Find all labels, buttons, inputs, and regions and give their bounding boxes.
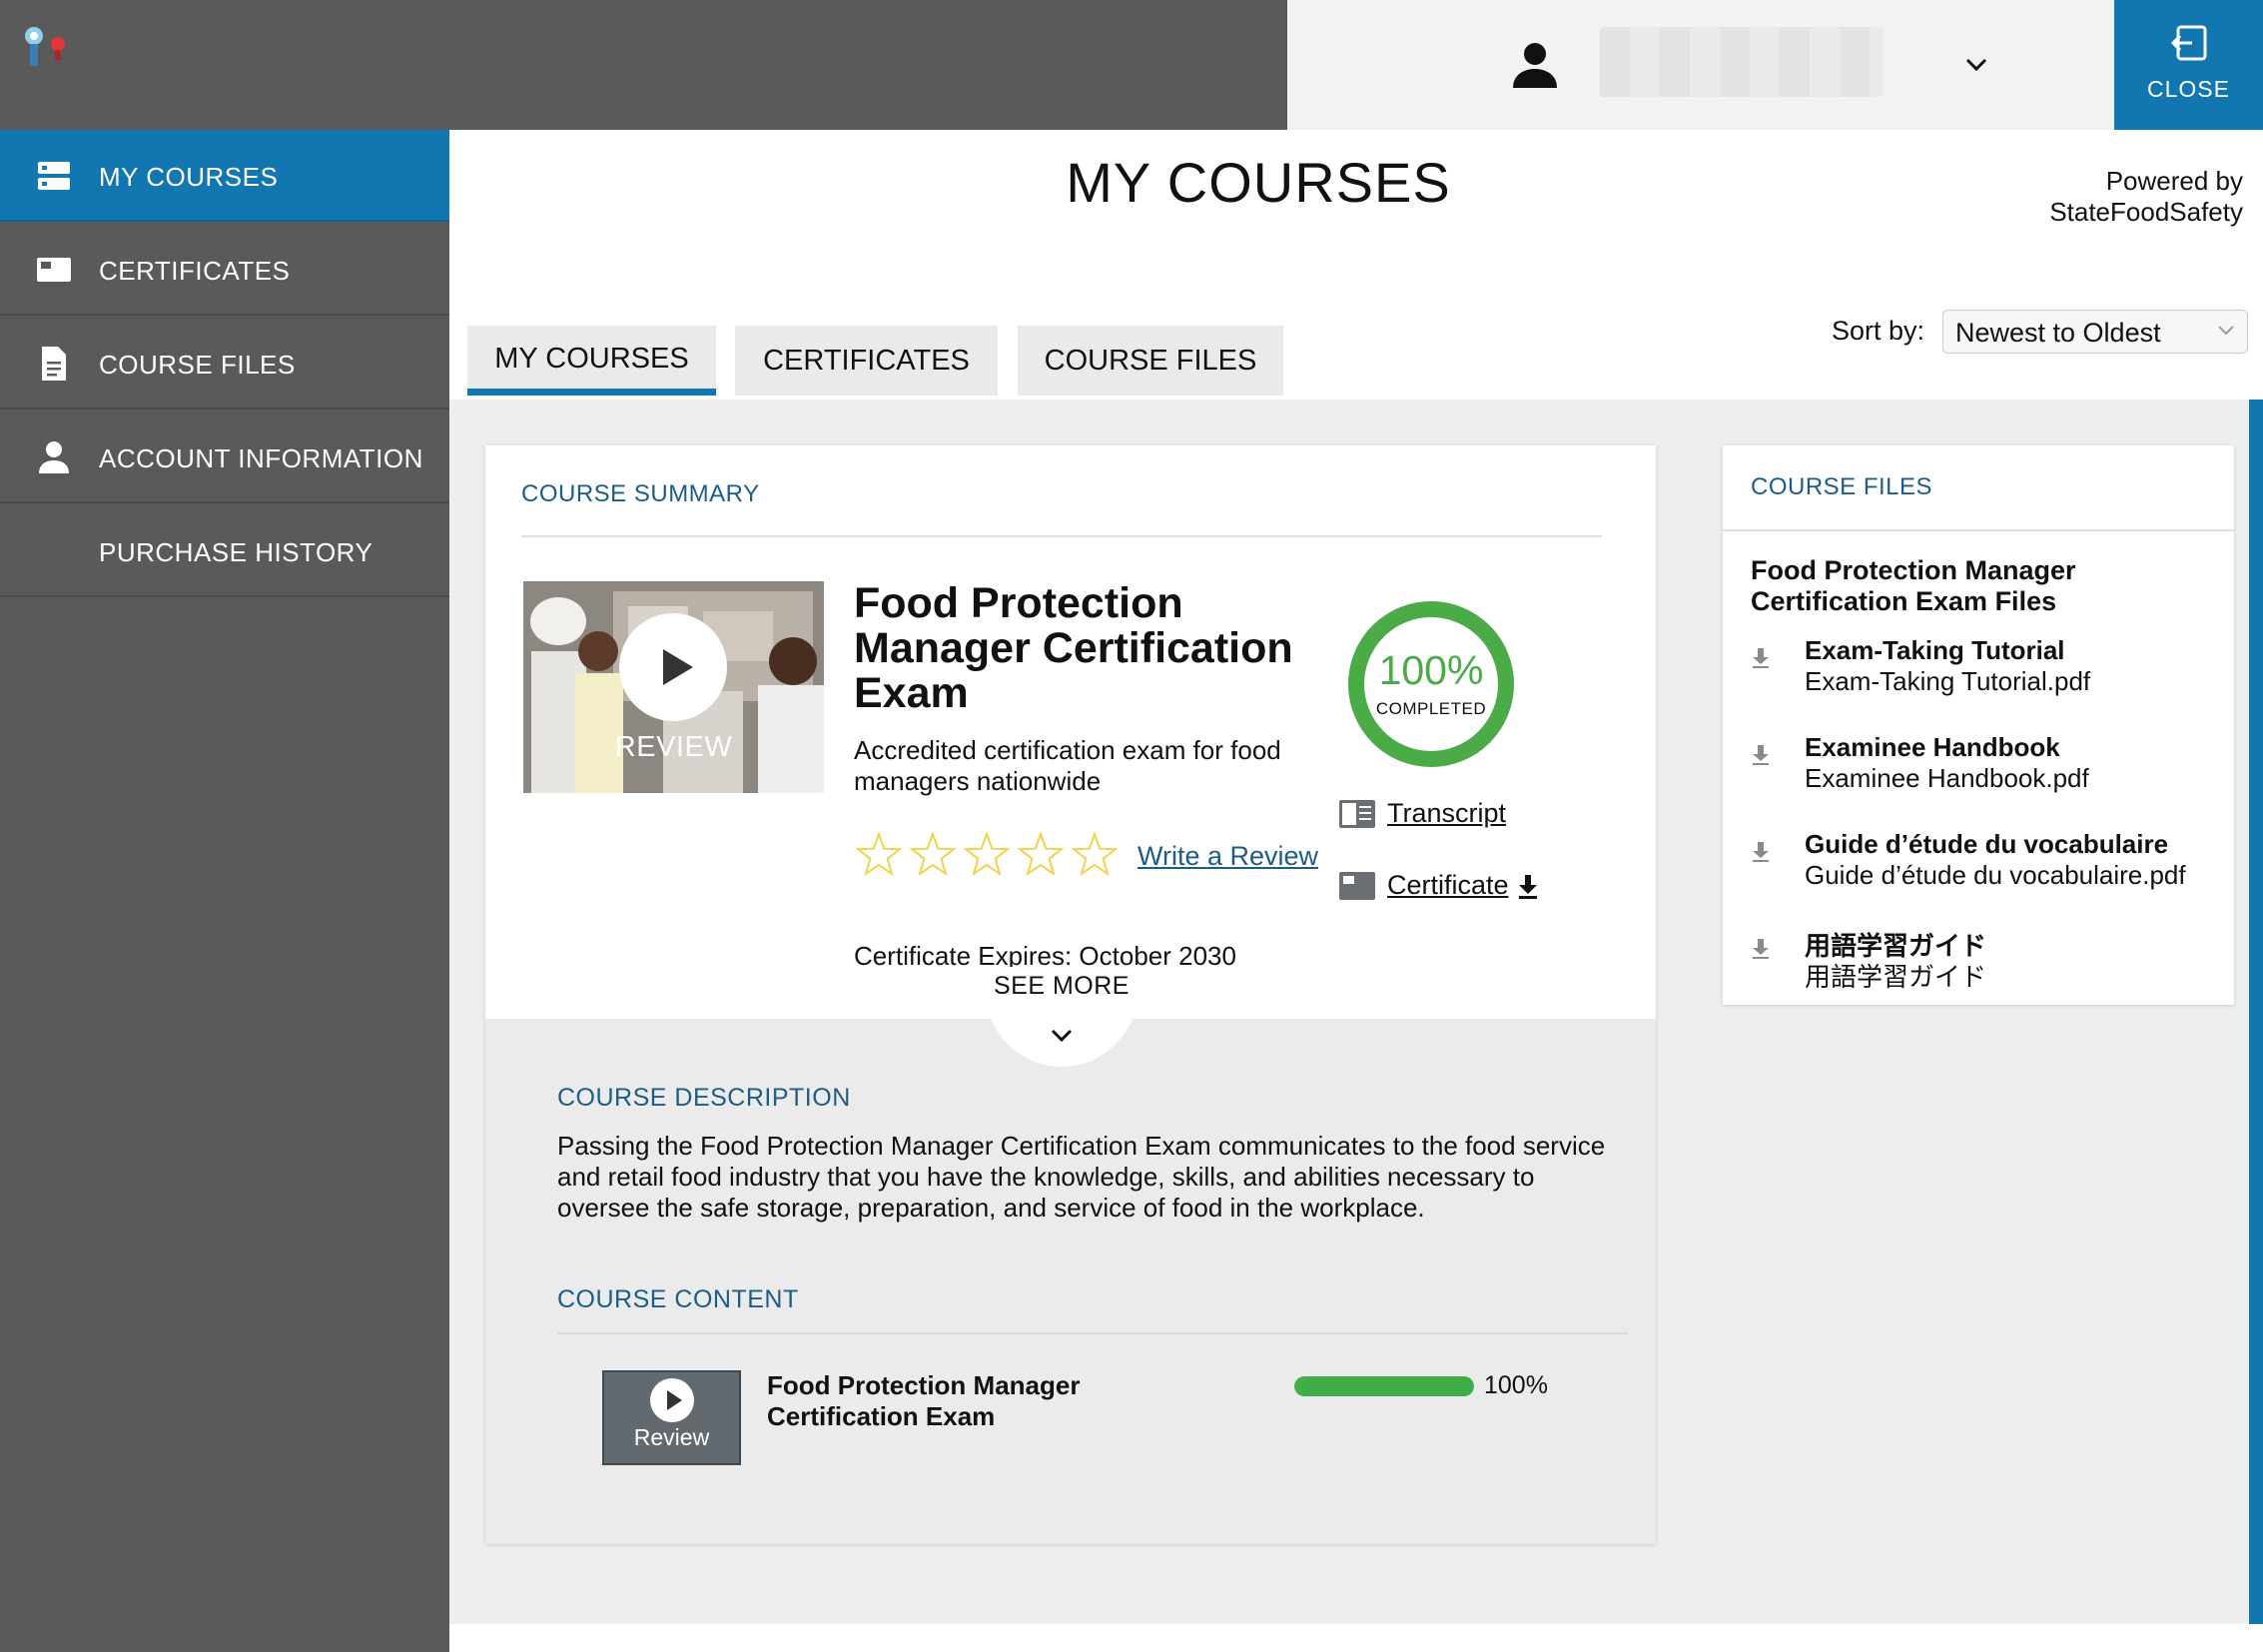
course-summary-title: COURSE SUMMARY bbox=[521, 480, 760, 507]
course-description-title: COURSE DESCRIPTION bbox=[557, 1084, 851, 1112]
divider bbox=[1723, 529, 2234, 531]
content-progress-bar bbox=[1294, 1376, 1474, 1396]
content-progress-fill bbox=[1294, 1376, 1474, 1396]
sidebar-item-account-information[interactable]: ACCOUNT INFORMATION bbox=[0, 412, 449, 503]
content-progress-percent: 100% bbox=[1484, 1371, 1548, 1399]
transcript-link[interactable]: Transcript bbox=[1387, 798, 1506, 829]
course-video-thumbnail[interactable]: REVIEW bbox=[523, 581, 824, 793]
file-item[interactable]: Exam-Taking Tutorial Exam-Taking Tutoria… bbox=[1751, 635, 2220, 705]
download-icon bbox=[1753, 939, 1769, 959]
scroll-accent bbox=[2249, 400, 2263, 1624]
file-filename: Guide d’étude du vocabulaire.pdf bbox=[1805, 860, 2186, 890]
chevron-down-icon[interactable] bbox=[1049, 1027, 1075, 1045]
course-subtitle: Accredited certification exam for food m… bbox=[854, 735, 1281, 796]
certificate-icon bbox=[1339, 872, 1375, 900]
content-review-thumbnail[interactable]: Review bbox=[602, 1370, 741, 1465]
download-icon[interactable] bbox=[1517, 873, 1539, 899]
play-button[interactable] bbox=[650, 1378, 694, 1422]
sidebar-item-label: CERTIFICATES bbox=[99, 256, 291, 286]
file-item[interactable]: Guide d’étude du vocabulaire Guide d’étu… bbox=[1751, 829, 2220, 899]
progress-label: COMPLETED bbox=[1375, 699, 1487, 718]
download-icon bbox=[1753, 745, 1769, 765]
exit-icon bbox=[2170, 25, 2207, 61]
star-rating[interactable] bbox=[854, 831, 1124, 881]
file-filename: Exam-Taking Tutorial.pdf bbox=[1805, 666, 2091, 696]
app-logo bbox=[25, 27, 65, 66]
courses-icon bbox=[38, 162, 70, 190]
progress-percent: 100% bbox=[1378, 647, 1484, 693]
tab-my-courses[interactable]: MY COURSES bbox=[467, 326, 716, 396]
sidebar-item-certificates[interactable]: CERTIFICATES bbox=[0, 224, 449, 316]
files-group-title: Food Protection Manager Certification Ex… bbox=[1751, 555, 2076, 616]
download-icon bbox=[1753, 842, 1769, 862]
sort-value: Newest to Oldest bbox=[1955, 318, 2161, 348]
sidebar-item-course-files[interactable]: COURSE FILES bbox=[0, 318, 449, 410]
file-icon bbox=[42, 347, 66, 381]
sidebar-item-purchase-history[interactable]: PURCHASE HISTORY bbox=[0, 505, 449, 597]
file-filename: Examinee Handbook.pdf bbox=[1805, 763, 2089, 793]
course-description: Passing the Food Protection Manager Cert… bbox=[557, 1131, 1606, 1223]
top-bar bbox=[0, 0, 1287, 130]
chevron-down-icon[interactable] bbox=[1961, 52, 1991, 76]
sort-select[interactable]: Newest to Oldest bbox=[1942, 310, 2248, 354]
file-name: Guide d’étude du vocabulaire bbox=[1805, 829, 2169, 859]
course-content-title: COURSE CONTENT bbox=[557, 1285, 799, 1313]
star-icon[interactable] bbox=[909, 831, 957, 877]
file-item[interactable]: Examinee Handbook Examinee Handbook.pdf bbox=[1751, 732, 2220, 802]
content-item-title: Food Protection Manager Certification Ex… bbox=[767, 1370, 1081, 1431]
sidebar: MY COURSES CERTIFICATES COURSE FILES ACC… bbox=[0, 130, 449, 1652]
review-label: REVIEW bbox=[614, 731, 733, 763]
transcript-icon bbox=[1339, 800, 1375, 828]
close-button[interactable]: CLOSE bbox=[2114, 0, 2263, 130]
sidebar-item-label: MY COURSES bbox=[99, 162, 279, 192]
sidebar-item-label: PURCHASE HISTORY bbox=[99, 537, 374, 567]
powered-by: Powered by StateFoodSafety bbox=[1997, 166, 2243, 228]
sidebar-item-label: COURSE FILES bbox=[99, 350, 296, 380]
divider bbox=[557, 1332, 1628, 1334]
download-icon bbox=[1753, 648, 1769, 668]
person-icon bbox=[39, 441, 69, 473]
certificate-icon bbox=[37, 258, 71, 282]
course-title: Food Protection Manager Certification Ex… bbox=[854, 579, 1293, 717]
file-item[interactable]: 用語学習ガイド 用語学習ガイド bbox=[1751, 926, 2220, 996]
write-review-link[interactable]: Write a Review bbox=[1137, 841, 1318, 872]
tab-certificates[interactable]: CERTIFICATES bbox=[735, 326, 998, 396]
file-name: Examinee Handbook bbox=[1805, 732, 2060, 762]
star-icon[interactable] bbox=[855, 831, 903, 877]
tab-course-files[interactable]: COURSE FILES bbox=[1018, 326, 1283, 396]
course-files-title: COURSE FILES bbox=[1751, 473, 1933, 500]
star-icon[interactable] bbox=[1071, 831, 1119, 877]
page-title: MY COURSES bbox=[1066, 151, 1451, 214]
see-more-label[interactable]: SEE MORE bbox=[959, 972, 1164, 1001]
powered-by-line2: StateFoodSafety bbox=[2049, 197, 2243, 227]
play-icon bbox=[667, 1390, 682, 1410]
close-label: CLOSE bbox=[2147, 76, 2230, 102]
user-name-redacted[interactable] bbox=[1600, 27, 1884, 97]
sidebar-item-label: ACCOUNT INFORMATION bbox=[99, 443, 423, 473]
certificate-link[interactable]: Certificate bbox=[1387, 870, 1509, 901]
divider bbox=[521, 535, 1602, 537]
star-icon[interactable] bbox=[963, 831, 1011, 877]
user-icon bbox=[1513, 43, 1557, 88]
play-button[interactable] bbox=[619, 613, 727, 721]
file-name: Exam-Taking Tutorial bbox=[1805, 635, 2065, 665]
sidebar-item-my-courses[interactable]: MY COURSES bbox=[0, 130, 449, 222]
star-icon[interactable] bbox=[1017, 831, 1065, 877]
sort-label: Sort by: bbox=[1832, 316, 1925, 346]
file-filename: 用語学習ガイド bbox=[1805, 962, 1987, 992]
review-label: Review bbox=[633, 1424, 710, 1450]
powered-by-line1: Powered by bbox=[2105, 166, 2243, 196]
chevron-down-icon bbox=[2218, 326, 2234, 336]
play-icon bbox=[663, 649, 693, 685]
